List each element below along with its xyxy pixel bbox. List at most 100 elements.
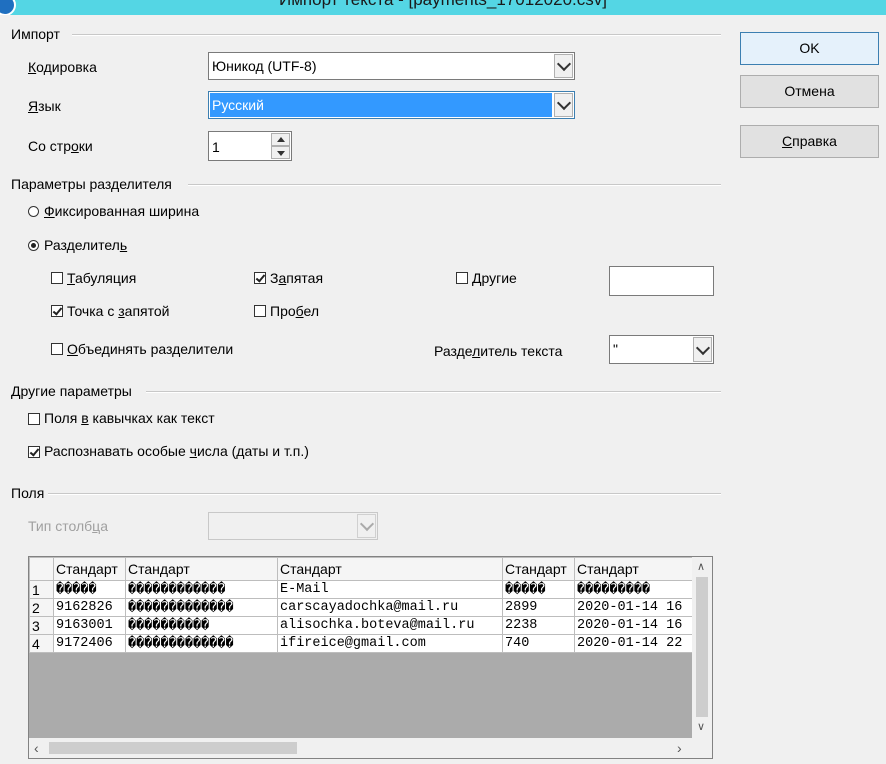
table-cell: 9172406 (53, 634, 126, 653)
fields-section-title: Поля (11, 485, 45, 501)
table-cell: carscayadochka@mail.ru (277, 598, 503, 617)
table-cell: ����� (53, 580, 126, 599)
chevron-down-icon[interactable] (554, 93, 573, 117)
separated-radio[interactable] (28, 240, 39, 251)
quoted-as-text-checkbox[interactable] (28, 413, 40, 425)
table-cell: ifireice@gmail.com (277, 634, 503, 653)
column-type-label: Тип столбца (28, 518, 108, 534)
table-cell: 9162826 (53, 598, 126, 617)
scroll-down-icon[interactable]: ∨ (697, 720, 705, 733)
tab-label[interactable]: Табуляция (67, 270, 136, 286)
preview-table: Стандарт Стандарт Стандарт Стандарт Стан… (29, 557, 705, 653)
scroll-right-icon[interactable]: › (677, 740, 682, 756)
column-header[interactable]: Стандарт (502, 557, 575, 581)
other-separator-input[interactable] (609, 266, 714, 296)
from-row-value: 1 (212, 139, 220, 155)
row-number[interactable]: 2 (29, 598, 54, 617)
table-cell: ������������ (125, 580, 278, 599)
language-select[interactable]: Русский (208, 91, 575, 119)
language-value: Русский (212, 97, 264, 113)
scroll-up-icon[interactable]: ∧ (697, 560, 705, 573)
text-delimiter-select[interactable]: " (609, 335, 714, 364)
table-cell: 2020-01-14 16 (574, 616, 705, 635)
spin-down-icon[interactable] (271, 146, 290, 159)
fixed-width-radio[interactable] (28, 206, 39, 217)
column-header[interactable]: Стандарт (277, 557, 503, 581)
horizontal-scrollbar[interactable] (29, 738, 692, 758)
column-header[interactable]: Стандарт (53, 557, 126, 581)
column-type-select[interactable] (208, 512, 378, 540)
table-cell: ������������� (125, 598, 278, 617)
fields-divider (48, 493, 721, 495)
horizontal-scroll-thumb[interactable] (49, 742, 297, 754)
cancel-button-label: Отмена (784, 83, 835, 99)
close-button[interactable] (834, 0, 886, 15)
table-row: 4 9172406 ������������� ifireice@gmail.c… (29, 634, 705, 653)
table-cell: ���������� (125, 616, 278, 635)
comma-checkbox[interactable] (254, 272, 266, 284)
merge-checkbox[interactable] (51, 343, 63, 355)
detect-special-checkbox[interactable] (28, 446, 40, 458)
separated-label[interactable]: Разделитель (44, 237, 127, 253)
row-number[interactable]: 3 (29, 616, 54, 635)
separator-divider (188, 184, 721, 186)
from-row-label: Со строки (28, 138, 93, 154)
text-delimiter-label: Разделитель текста (434, 343, 563, 359)
table-cell: 2020-01-14 22 (574, 634, 705, 653)
chevron-down-icon[interactable] (693, 337, 712, 362)
other-checkbox[interactable] (456, 272, 468, 284)
vertical-scroll-thumb[interactable] (696, 577, 708, 717)
comma-label[interactable]: Запятая (270, 270, 323, 286)
text-delimiter-value: " (613, 341, 618, 357)
scroll-corner (692, 738, 712, 758)
table-cell: ����� (502, 580, 575, 599)
spin-up-icon[interactable] (271, 133, 290, 146)
table-cell: 2238 (502, 616, 575, 635)
encoding-select[interactable]: Юникод (UTF-8) (208, 52, 575, 80)
semicolon-checkbox[interactable] (51, 305, 63, 317)
scroll-left-icon[interactable]: ‹ (34, 740, 39, 756)
tab-checkbox[interactable] (51, 272, 63, 284)
help-button-label: Справка (782, 133, 837, 149)
table-row: 1 ����� ������������ E-Mail ����� ������… (29, 580, 705, 599)
column-header[interactable]: Стандарт (125, 557, 278, 581)
space-label[interactable]: Пробел (270, 303, 319, 319)
semicolon-label[interactable]: Точка с запятой (67, 303, 169, 319)
table-cell: 2899 (502, 598, 575, 617)
table-row: 3 9163001 ���������� alisochka.boteva@ma… (29, 616, 705, 635)
merge-label[interactable]: Объединять разделители (67, 341, 233, 357)
language-label: Язык (28, 98, 61, 114)
window-title: Импорт текста - [payments_17012020.csv] (0, 0, 886, 10)
chevron-down-icon[interactable] (554, 54, 573, 78)
import-divider (72, 34, 721, 36)
table-cell: 9163001 (53, 616, 126, 635)
table-cell: alisochka.boteva@mail.ru (277, 616, 503, 635)
other-options-divider (146, 391, 721, 393)
row-number[interactable]: 1 (29, 580, 54, 599)
table-cell: ��������� (574, 580, 705, 599)
fixed-width-label[interactable]: Фиксированная ширина (44, 203, 199, 219)
other-options-section-title: Другие параметры (11, 383, 132, 399)
quoted-as-text-label[interactable]: Поля в кавычках как текст (44, 410, 215, 426)
ok-button[interactable]: OK (740, 32, 879, 65)
column-header[interactable]: Стандарт (574, 557, 705, 581)
title-bar: Импорт текста - [payments_17012020.csv] (0, 0, 886, 15)
cancel-button[interactable]: Отмена (740, 75, 879, 108)
import-section-title: Импорт (11, 26, 60, 42)
table-row: 2 9162826 ������������� carscayadochka@m… (29, 598, 705, 617)
header-row: Стандарт Стандарт Стандарт Стандарт Стан… (29, 557, 705, 581)
table-cell: ������������� (125, 634, 278, 653)
space-checkbox[interactable] (254, 305, 266, 317)
preview-grid[interactable]: Стандарт Стандарт Стандарт Стандарт Стан… (28, 556, 713, 759)
table-cell: 2020-01-14 16 (574, 598, 705, 617)
table-cell: 740 (502, 634, 575, 653)
detect-special-label[interactable]: Распознавать особые числа (даты и т.п.) (44, 443, 309, 459)
other-label[interactable]: Другие (472, 270, 517, 286)
corner-cell (29, 557, 54, 581)
from-row-spinner[interactable]: 1 (208, 131, 292, 161)
help-button[interactable]: Справка (740, 125, 879, 158)
chevron-down-icon[interactable] (357, 514, 376, 538)
vertical-scrollbar[interactable] (692, 557, 712, 738)
row-number[interactable]: 4 (29, 634, 54, 653)
separator-section-title: Параметры разделителя (11, 176, 172, 192)
